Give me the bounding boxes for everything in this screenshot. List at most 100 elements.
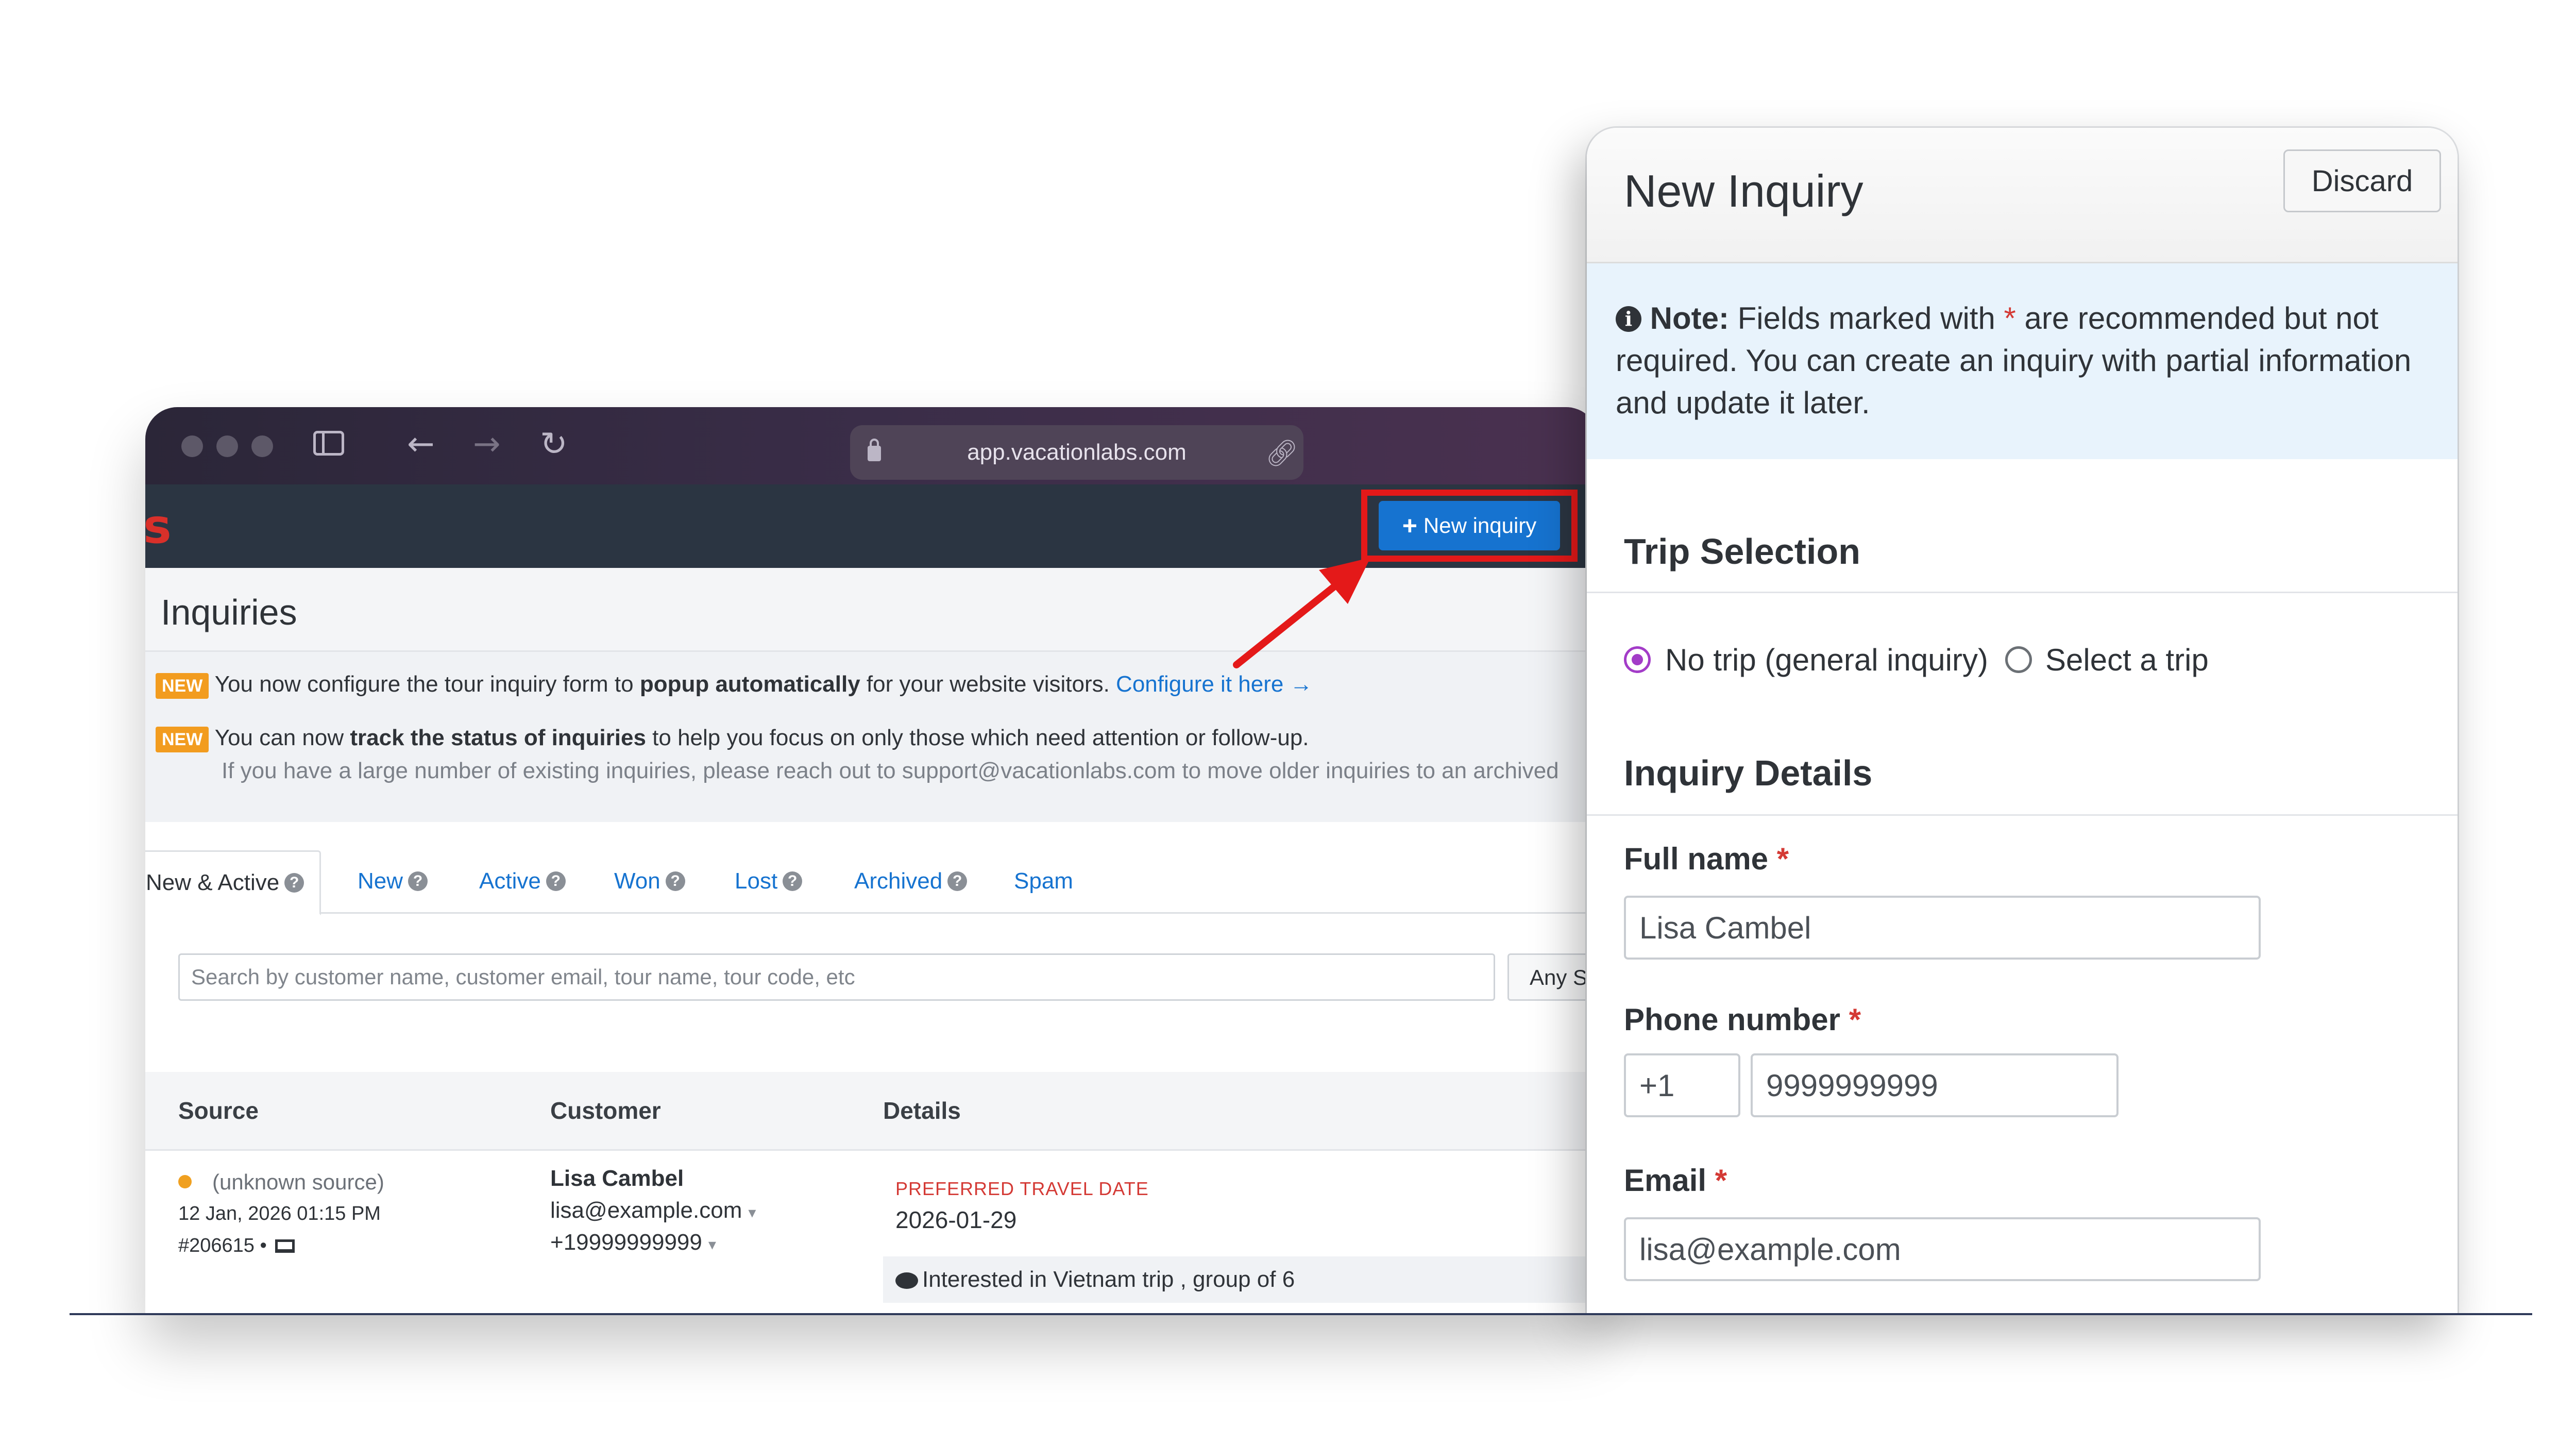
- customer-phone[interactable]: +19999999999 ▾: [550, 1230, 716, 1255]
- customer-phone-text: +19999999999: [550, 1230, 702, 1255]
- tab-new[interactable]: New?: [358, 850, 428, 912]
- announcements: NEW You now configure the tour inquiry f…: [145, 652, 1598, 822]
- panel-title: New Inquiry: [1624, 165, 1863, 216]
- chat-bubble-icon: [895, 1272, 918, 1289]
- status-filter-select[interactable]: Any S: [1507, 953, 1598, 1001]
- divider: [1587, 592, 2458, 593]
- configure-link[interactable]: Configure it here →: [1116, 671, 1313, 697]
- window-close-button[interactable]: [181, 435, 203, 457]
- baseline-divider: [70, 1313, 2532, 1315]
- announcement-bold: track the status of inquiries: [350, 725, 646, 750]
- source-status-dot: [178, 1175, 192, 1188]
- tab-archived[interactable]: Archived?: [854, 850, 968, 912]
- phone-number-input[interactable]: [1751, 1053, 2119, 1117]
- announcement-text: for your website visitors.: [860, 671, 1116, 697]
- source-text: (unknown source): [212, 1170, 384, 1194]
- browser-toolbar: ← → ↻ app.vacationlabs.com 🔗︎: [145, 407, 1598, 484]
- preferred-date-label: PREFERRED TRAVEL DATE: [895, 1178, 1149, 1199]
- annotation-arrow-icon: [1233, 558, 1370, 668]
- note-text-part: Fields marked with: [1728, 301, 2004, 335]
- address-bar[interactable]: app.vacationlabs.com 🔗︎: [850, 425, 1303, 480]
- tab-label: Lost: [735, 868, 778, 894]
- tab-label: Active: [479, 868, 541, 894]
- new-badge: NEW: [156, 727, 209, 752]
- column-header-details: Details: [883, 1097, 961, 1124]
- column-header-source: Source: [178, 1097, 259, 1124]
- new-badge: NEW: [156, 673, 209, 699]
- preferred-date-value: 2026-01-29: [895, 1206, 1017, 1233]
- column-header-customer: Customer: [550, 1097, 661, 1124]
- phone-country-code-input[interactable]: [1624, 1053, 1740, 1117]
- browser-window: ← → ↻ app.vacationlabs.com 🔗︎ s + New in…: [145, 407, 1598, 1314]
- announcement-text: to help you focus on only those which ne…: [646, 725, 1309, 750]
- note-label: Note:: [1650, 301, 1729, 335]
- tab-won[interactable]: Won?: [614, 850, 685, 912]
- discard-button[interactable]: Discard: [2283, 149, 2441, 212]
- help-icon[interactable]: ?: [408, 871, 428, 891]
- tab-active[interactable]: Active?: [479, 850, 566, 912]
- customer-email[interactable]: lisa@example.com ▾: [550, 1198, 756, 1223]
- window-zoom-button[interactable]: [251, 435, 273, 457]
- trip-selection-heading: Trip Selection: [1624, 531, 1860, 572]
- highlight-annotation-box: [1361, 490, 1578, 562]
- inquiry-id-text: #206615 •: [178, 1235, 267, 1256]
- tab-lost[interactable]: Lost?: [735, 850, 803, 912]
- announcement-text: You now configure the tour inquiry form …: [214, 671, 640, 697]
- link-icon[interactable]: 🔗︎: [1265, 436, 1298, 469]
- full-name-input[interactable]: [1624, 896, 2261, 960]
- required-asterisk: *: [1776, 842, 1789, 876]
- note-text: i Note: Fields marked with * are recomme…: [1616, 297, 2419, 424]
- radio-select-trip-label[interactable]: Select a trip: [2045, 642, 2209, 678]
- email-input[interactable]: [1624, 1217, 2261, 1281]
- announcement-1: NEW You now configure the tour inquiry f…: [156, 671, 1313, 699]
- brand-logo-fragment: s: [145, 499, 172, 554]
- tab-spam[interactable]: Spam: [1014, 850, 1073, 912]
- url-text: app.vacationlabs.com: [967, 440, 1187, 465]
- announcement-2: NEW You can now track the status of inqu…: [156, 725, 1309, 752]
- inquiry-details-heading: Inquiry Details: [1624, 753, 1873, 793]
- email-label: Email *: [1624, 1163, 1727, 1198]
- required-asterisk: *: [1715, 1163, 1727, 1198]
- window-minimize-button[interactable]: [216, 435, 238, 457]
- announcement-bold: popup automatically: [639, 671, 860, 697]
- phone-number-label-text: Phone number: [1624, 1002, 1841, 1037]
- full-name-label-text: Full name: [1624, 842, 1769, 876]
- tab-label: Won: [614, 868, 660, 894]
- panel-header: New Inquiry Discard: [1587, 128, 2458, 263]
- email-label-text: Email: [1624, 1163, 1707, 1198]
- reload-icon[interactable]: ↻: [540, 428, 568, 461]
- radio-no-trip[interactable]: [1624, 646, 1651, 673]
- forward-arrow-icon[interactable]: →: [473, 428, 501, 461]
- inquiry-date: 12 Jan, 2026 01:15 PM: [178, 1203, 381, 1224]
- sidebar-toggle-icon[interactable]: [313, 431, 344, 456]
- phone-number-label: Phone number *: [1624, 1002, 1861, 1037]
- inquiry-id: #206615 •: [178, 1235, 295, 1257]
- radio-select-trip[interactable]: [2005, 646, 2032, 673]
- radio-no-trip-label[interactable]: No trip (general inquiry): [1665, 642, 1988, 678]
- caret-down-icon[interactable]: ▾: [708, 1236, 716, 1253]
- desktop-icon: [275, 1239, 295, 1253]
- help-icon[interactable]: ?: [284, 873, 304, 893]
- customer-email-text: lisa@example.com: [550, 1198, 742, 1223]
- full-name-label: Full name *: [1624, 841, 1789, 877]
- customer-name[interactable]: Lisa Cambel: [550, 1166, 684, 1191]
- tab-label: New & Active: [146, 870, 280, 895]
- help-icon[interactable]: ?: [947, 871, 968, 891]
- note-box: i Note: Fields marked with * are recomme…: [1587, 263, 2458, 459]
- inquiry-note-text: Interested in Vietnam trip , group of 6: [895, 1267, 1295, 1292]
- required-asterisk: *: [2004, 301, 2016, 335]
- page-title: Inquiries: [161, 592, 297, 632]
- help-icon[interactable]: ?: [665, 871, 685, 891]
- inquiry-note: Interested in Vietnam trip , group of 6: [883, 1256, 1598, 1303]
- required-asterisk: *: [1849, 1002, 1861, 1037]
- note-text: Interested in Vietnam trip , group of 6: [922, 1267, 1295, 1292]
- tab-label: New: [358, 868, 403, 894]
- help-icon[interactable]: ?: [546, 871, 566, 891]
- search-input[interactable]: [178, 953, 1495, 1001]
- new-inquiry-panel: New Inquiry Discard i Note: Fields marke…: [1587, 128, 2458, 1313]
- tab-new-active[interactable]: New & Active?: [145, 850, 321, 915]
- help-icon[interactable]: ?: [783, 871, 803, 891]
- caret-down-icon[interactable]: ▾: [748, 1204, 756, 1221]
- tab-label: Archived: [854, 868, 943, 894]
- back-arrow-icon[interactable]: ←: [407, 428, 435, 461]
